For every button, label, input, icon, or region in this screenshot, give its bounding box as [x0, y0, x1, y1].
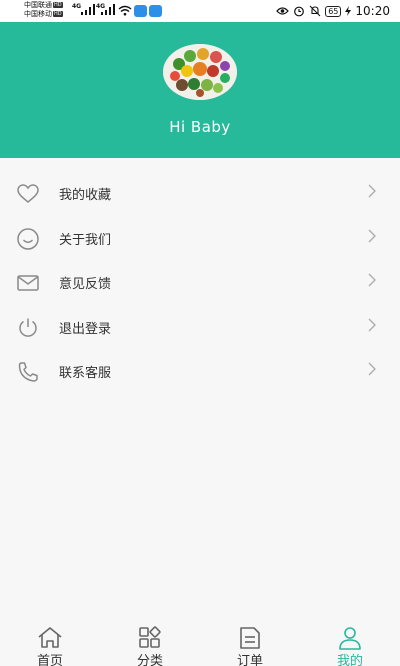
app-notification-icon [134, 5, 147, 17]
home-icon [38, 627, 62, 648]
chevron-right-icon [368, 318, 376, 331]
eye-icon [276, 7, 290, 15]
tab-orders[interactable]: 订单 [200, 618, 300, 666]
charging-icon [345, 6, 352, 16]
carrier-2: 中国移动 [24, 10, 52, 18]
clock: 10:20 [355, 4, 390, 18]
tab-mine[interactable]: 我的 [300, 618, 400, 666]
app-notification-icon-2 [149, 5, 162, 17]
settings-menu: 我的收藏 关于我们 意见反馈 退出登录 联系客服 [0, 171, 400, 394]
order-icon [240, 627, 260, 649]
mute-icon [309, 5, 321, 17]
menu-item-logout[interactable]: 退出登录 [0, 305, 400, 350]
signal-icon-2 [101, 4, 115, 15]
bottom-tab-bar: 首页 分类 订单 我的 [0, 618, 400, 666]
tab-label: 订单 [236, 654, 263, 666]
status-right: 65 10:20 [276, 3, 390, 19]
menu-label: 关于我们 [59, 232, 112, 248]
mail-icon [17, 275, 39, 291]
menu-label: 意见反馈 [59, 277, 112, 292]
menu-item-favorites[interactable]: 我的收藏 [0, 171, 400, 216]
power-icon [19, 318, 37, 337]
menu-item-feedback[interactable]: 意见反馈 [0, 260, 400, 305]
hd-badge-1: HD [53, 2, 63, 8]
menu-item-customer-service[interactable]: 联系客服 [0, 349, 400, 394]
hd-badge-2: HD [53, 11, 63, 17]
tab-category[interactable]: 分类 [100, 618, 200, 666]
heart-icon [17, 184, 39, 203]
status-bar: 中国联通 HD 中国移动 HD 4G 4G 65 10:20 [0, 0, 400, 22]
phone-icon [18, 362, 38, 382]
chevron-right-icon [368, 273, 376, 287]
battery-indicator: 65 [325, 5, 342, 17]
chevron-right-icon [368, 362, 376, 376]
carrier-info: 中国联通 HD 中国移动 HD [24, 1, 63, 19]
carrier-1: 中国联通 [24, 1, 52, 9]
tab-home[interactable]: 首页 [0, 618, 100, 666]
alarm-icon [294, 6, 305, 17]
tab-label: 首页 [36, 654, 63, 666]
menu-label: 退出登录 [59, 321, 112, 337]
avatar[interactable] [163, 44, 237, 100]
tab-label: 我的 [336, 654, 363, 666]
signal-icon [81, 4, 95, 15]
menu-item-about[interactable]: 关于我们 [0, 216, 400, 261]
tab-label: 分类 [136, 654, 163, 666]
vegetables-avatar-image [163, 44, 237, 100]
greeting-text: Hi Baby [169, 118, 231, 136]
menu-label: 我的收藏 [59, 188, 112, 203]
user-icon [339, 627, 361, 650]
chevron-right-icon [368, 229, 376, 242]
wifi-icon [118, 5, 132, 16]
menu-label: 联系客服 [59, 366, 112, 381]
profile-header: Hi Baby [0, 22, 400, 158]
smile-icon [17, 227, 39, 250]
category-icon [139, 626, 161, 648]
chevron-right-icon [368, 184, 376, 198]
